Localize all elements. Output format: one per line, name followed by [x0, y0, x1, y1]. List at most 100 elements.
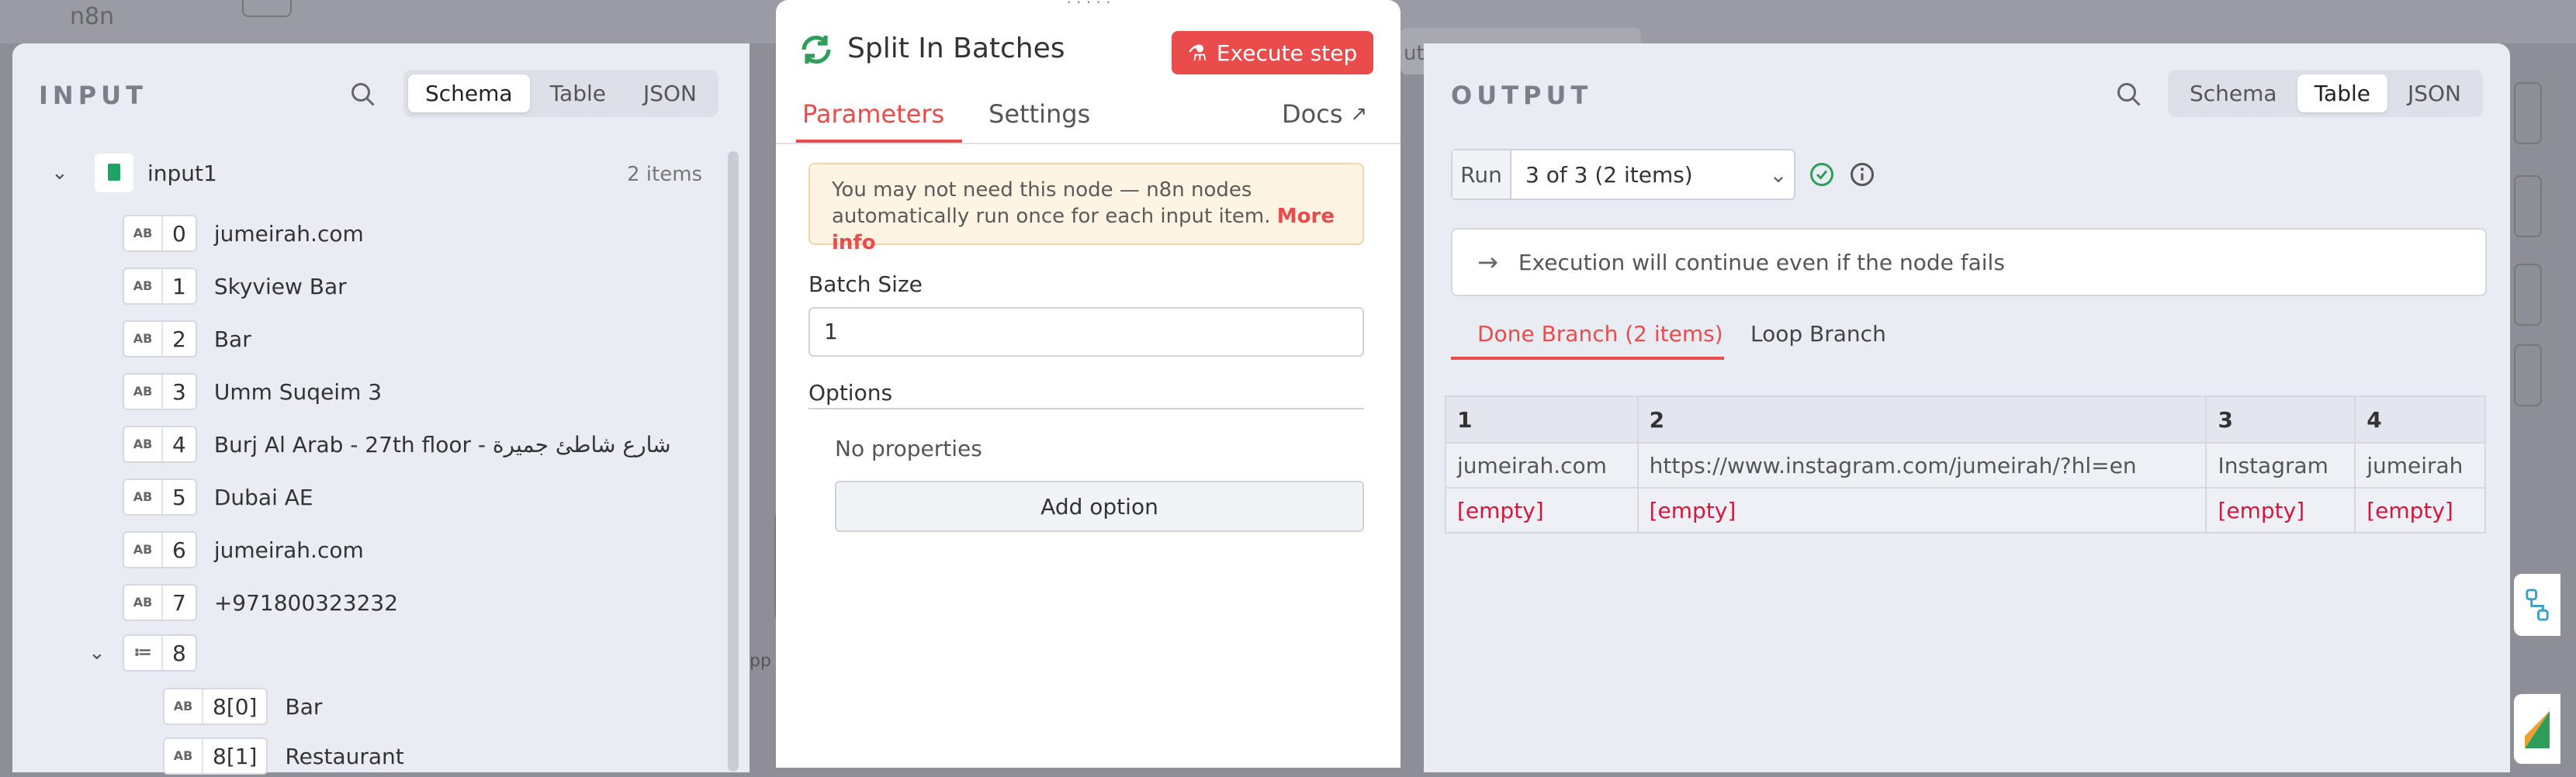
field-key: 0 [172, 220, 186, 247]
flask-icon: ⚗ [1187, 40, 1207, 66]
canvas-peek-text: ut [1404, 42, 1425, 65]
type-chip: ≔ 8 [123, 634, 197, 672]
output-tab-json[interactable]: JSON [2391, 74, 2478, 112]
table-header-cell[interactable]: 4 [2354, 395, 2486, 444]
batch-size-label: Batch Size [808, 271, 923, 297]
field-key: 7 [172, 589, 186, 616]
field-value: Skyview Bar [213, 273, 347, 299]
field-key: 8[1] [213, 743, 258, 769]
schema-root-count: 2 items [627, 163, 703, 186]
table-cell[interactable]: [empty] [1445, 487, 1639, 534]
branch-tab-indicator [1451, 357, 1724, 360]
schema-array-row[interactable]: ⌄ ≔ 8 [88, 634, 197, 672]
input-scrollbar[interactable] [728, 151, 739, 772]
type-chip: AB 0 [123, 215, 197, 252]
schema-field-row[interactable]: AB 6 jumeirah.com [123, 529, 364, 571]
input-tab-table[interactable]: Table [533, 74, 623, 112]
canvas-node-peek [2514, 264, 2542, 326]
table-cell[interactable]: [empty] [1636, 487, 2207, 534]
table-cell[interactable]: Instagram [2205, 442, 2356, 489]
options-label: Options [808, 380, 893, 406]
table-header-cell[interactable]: 3 [2205, 395, 2356, 444]
table-cell[interactable]: [empty] [2205, 487, 2356, 534]
string-type-icon: AB [124, 375, 163, 409]
tab-settings[interactable]: Settings [989, 99, 1090, 129]
refresh-icon [802, 35, 831, 64]
schema-field-row[interactable]: AB 3 Umm Suqeim 3 [123, 371, 382, 413]
string-type-icon: AB [124, 585, 163, 620]
input-search-icon[interactable] [349, 81, 377, 109]
field-value: +971800323232 [213, 589, 399, 616]
field-key: 2 [172, 326, 186, 352]
schema-array-item-row[interactable]: AB 8[0] Bar [163, 685, 322, 727]
run-selector[interactable]: Run 3 of 3 (2 items) ⌄ [1451, 149, 1795, 200]
tabs-divider [776, 143, 1401, 144]
execute-step-label: Execute step [1216, 40, 1358, 66]
field-key: 1 [172, 273, 186, 299]
field-key: 5 [172, 484, 186, 510]
table-cell[interactable]: [empty] [2354, 487, 2486, 534]
field-key: 8[0] [213, 693, 258, 720]
docs-link[interactable]: Docs ↗ [1282, 99, 1367, 129]
output-tab-table[interactable]: Table [2297, 74, 2387, 112]
type-chip: AB 8[1] [163, 737, 268, 775]
output-search-icon[interactable] [2115, 81, 2143, 109]
schema-array-item-row[interactable]: AB 8[1] Restaurant [163, 735, 404, 777]
workflow-icon [2526, 589, 2549, 621]
external-link-icon: ↗ [1350, 102, 1368, 126]
side-widget[interactable] [2514, 694, 2560, 764]
chevron-down-icon[interactable]: ⌄ [88, 641, 110, 665]
chevron-down-icon[interactable]: ⌄ [51, 161, 73, 185]
schema-root-name: input1 [147, 160, 217, 186]
schema-root-row[interactable]: ⌄ input1 [51, 154, 217, 192]
schema-field-row[interactable]: AB 4 Burj Al Arab - 27th floor - شارع شاطئ… [123, 423, 671, 465]
side-panel-toggle[interactable] [2514, 574, 2560, 636]
schema-field-row[interactable]: AB 2 Bar [123, 318, 251, 360]
execute-step-button[interactable]: ⚗ Execute step [1172, 31, 1373, 74]
input-view-switch: Schema Table JSON [403, 70, 718, 117]
field-value: Bar [213, 326, 251, 352]
table-row: [empty] [empty] [empty] [empty] [1445, 487, 2486, 534]
table-cell[interactable]: jumeirah.com [1445, 442, 1639, 489]
tab-loop-branch[interactable]: Loop Branch [1750, 321, 1886, 347]
field-value: jumeirah.com [213, 537, 364, 563]
node-title[interactable]: Split In Batches [847, 33, 1065, 64]
output-table: 1 2 3 4 jumeirah.com https://www.instagr… [1445, 395, 2486, 534]
type-chip: AB 5 [123, 478, 197, 516]
schema-field-row[interactable]: AB 7 +971800323232 [123, 582, 398, 623]
schema-field-row[interactable]: AB 0 jumeirah.com [123, 212, 364, 254]
tab-done-branch[interactable]: Done Branch (2 items) [1477, 321, 1723, 347]
schema-array-list: AB 8[0] Bar AB 8[1] Restaurant [163, 685, 722, 775]
table-header-cell[interactable]: 2 [1636, 395, 2207, 444]
continue-on-fail-message: → Execution will continue even if the no… [1451, 228, 2487, 296]
notice-line2: automatically run once for each input it… [832, 205, 1271, 228]
table-row: jumeirah.com https://www.instagram.com/j… [1445, 442, 2486, 489]
notice-callout: You may not need this node — n8n nodes a… [808, 163, 1364, 254]
tab-parameters[interactable]: Parameters [802, 99, 944, 129]
field-value: Burj Al Arab - 27th floor - شارع شاطئ جم… [213, 431, 671, 458]
string-type-icon: AB [124, 480, 163, 514]
field-value: Bar [285, 693, 323, 720]
string-type-icon: AB [124, 427, 163, 461]
table-header-cell[interactable]: 1 [1445, 395, 1639, 444]
schema-field-row[interactable]: AB 1 Skyview Bar [123, 265, 347, 307]
add-option-button[interactable]: Add option [835, 481, 1364, 532]
string-type-icon: AB [164, 739, 203, 773]
logo-text: n8n [70, 3, 115, 30]
schema-field-row[interactable]: AB 5 Dubai AE [123, 476, 313, 518]
chevron-down-icon: ⌄ [1769, 161, 1788, 188]
brand-icon [2525, 711, 2550, 748]
input-tab-json[interactable]: JSON [626, 74, 714, 112]
batch-size-input[interactable]: 1 [808, 307, 1364, 357]
drag-handle[interactable]: · · · · · [1065, 0, 1112, 10]
string-type-icon: AB [124, 322, 163, 356]
table-cell[interactable]: jumeirah [2354, 442, 2486, 489]
input-tab-schema[interactable]: Schema [408, 74, 530, 112]
canvas-peek-text2: pp [750, 651, 771, 671]
table-cell[interactable]: https://www.instagram.com/jumeirah/?hl=e… [1636, 442, 2207, 489]
canvas-node-peek [2514, 175, 2542, 237]
output-tab-schema[interactable]: Schema [2173, 74, 2294, 112]
canvas-menu-button[interactable] [242, 0, 292, 17]
info-icon[interactable] [1848, 161, 1876, 188]
output-title: OUTPUT [1451, 81, 1593, 110]
